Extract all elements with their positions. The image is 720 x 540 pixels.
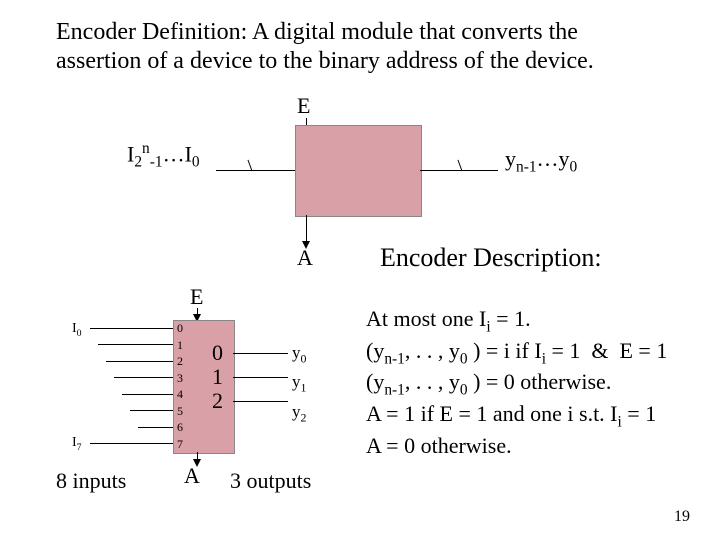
encoder-input-pin-numbers: 0 1 2 3 4 5 6 7	[177, 320, 183, 452]
input-wire-5	[130, 410, 173, 411]
abstract-inputs-label: I2n-1…I0	[127, 140, 200, 172]
output-wire-1	[233, 377, 288, 378]
abstract-active-wire	[306, 215, 307, 243]
input-wire-1	[98, 344, 173, 345]
input-wire-6	[138, 427, 173, 428]
description-body: At most one Ii = 1. (yn-1, . . , y0 ) = …	[366, 305, 696, 459]
output-wire-2	[233, 401, 288, 402]
definition-text: Encoder Definition: A digital module tha…	[56, 18, 596, 76]
output-y-labels: y0 y1 y2	[292, 341, 306, 429]
encoder-output-pin-numbers: 0 1 2	[212, 341, 223, 413]
abstract-enable-wire	[306, 118, 307, 125]
input-wire-7	[90, 443, 173, 444]
input-wire-0	[90, 328, 173, 329]
output-wire-0	[233, 353, 288, 354]
input-i0-label: I0	[72, 321, 82, 339]
abstract-active-label: A	[297, 245, 313, 271]
input-wire-2	[106, 361, 173, 362]
description-title: Encoder Description:	[380, 243, 602, 273]
eight-inputs-caption: 8 inputs	[56, 468, 126, 494]
input-i7-label: I7	[72, 435, 82, 453]
abstract-input-wire	[216, 170, 295, 171]
abstract-output-wire	[420, 170, 498, 171]
abstract-enable-label: E	[297, 93, 310, 119]
page-number: 19	[674, 508, 690, 526]
abstract-outputs-label: yn-1…y0	[505, 146, 577, 176]
three-outputs-caption: 3 outputs	[230, 468, 311, 494]
input-wire-3	[114, 377, 173, 378]
input-wire-4	[122, 394, 173, 395]
abstract-encoder-block	[295, 125, 422, 217]
encoder-active-label: A	[184, 463, 200, 489]
encoder-enable-label: E	[190, 284, 203, 310]
